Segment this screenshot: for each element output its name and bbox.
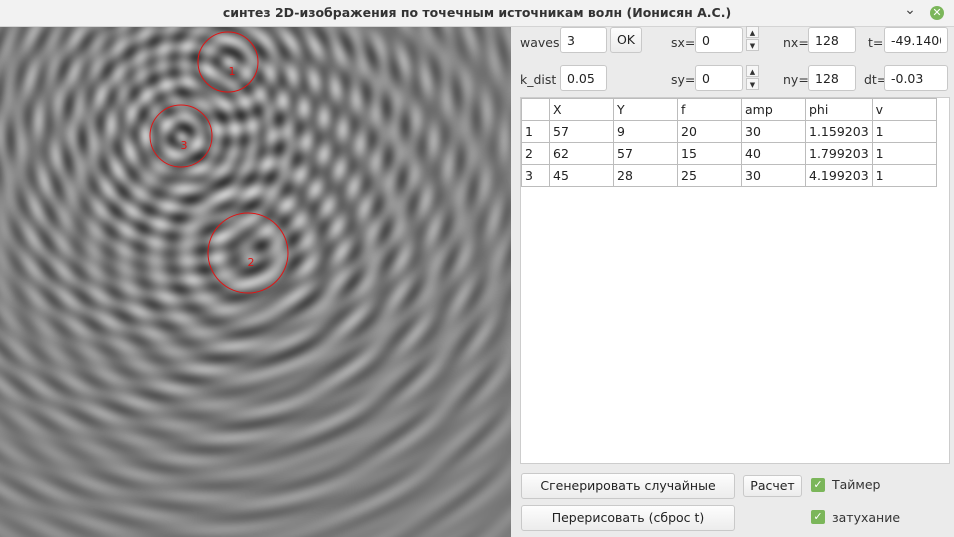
row-header[interactable]: 1 (521, 120, 550, 143)
table-cell[interactable]: 1 (871, 142, 937, 165)
column-header[interactable]: f (677, 98, 742, 121)
table-cell[interactable]: 30 (741, 164, 806, 187)
timer-label: Таймер (832, 477, 881, 492)
table-corner (521, 98, 550, 121)
table-cell[interactable]: 4.199203 (805, 164, 873, 187)
table-cell[interactable]: 30 (741, 120, 806, 143)
damping-checkbox[interactable]: ✓ (811, 510, 825, 524)
damping-label: затухание (832, 510, 901, 525)
sx-down-icon[interactable]: ▼ (746, 39, 759, 51)
ny-input[interactable] (808, 65, 856, 91)
row-header[interactable]: 3 (521, 164, 550, 187)
sx-label: sx= (671, 35, 696, 50)
k-dist-input[interactable] (560, 65, 607, 91)
table-cell[interactable]: 28 (613, 164, 678, 187)
sy-input[interactable] (695, 65, 743, 91)
column-header[interactable]: X (549, 98, 614, 121)
sx-up-icon[interactable]: ▲ (746, 26, 759, 38)
ok-button[interactable]: OK (610, 27, 642, 53)
sy-label: sy= (671, 72, 696, 87)
table-row[interactable]: 2 62 57 15 40 1.799203 1 (521, 142, 937, 165)
table-cell[interactable]: 57 (549, 120, 614, 143)
table-cell[interactable]: 1.799203 (805, 142, 873, 165)
table-cell[interactable]: 57 (613, 142, 678, 165)
source-label-3: 3 (181, 139, 188, 152)
table-cell[interactable]: 62 (549, 142, 614, 165)
nx-label: nx= (783, 35, 809, 50)
table-cell[interactable]: 25 (677, 164, 742, 187)
timer-checkbox[interactable]: ✓ (811, 478, 825, 492)
source-markers: 1 2 3 (149, 31, 289, 294)
table-cell[interactable]: 20 (677, 120, 742, 143)
table-cell[interactable]: 40 (741, 142, 806, 165)
table-cell[interactable]: 9 (613, 120, 678, 143)
row-header[interactable]: 2 (521, 142, 550, 165)
column-header[interactable]: Y (613, 98, 678, 121)
table-row[interactable]: 1 57 9 20 30 1.159203 1 (521, 120, 937, 143)
source-marker-2: 2 (207, 212, 289, 294)
calc-button[interactable]: Расчет (743, 475, 802, 497)
close-icon[interactable]: ✕ (930, 6, 944, 20)
t-input[interactable] (884, 27, 948, 53)
generate-random-button[interactable]: Сгенерировать случайные (521, 473, 735, 499)
sources-table[interactable]: X Y f amp phi v 1 57 9 20 30 1.159203 1 … (520, 97, 950, 464)
table-cell[interactable]: 45 (549, 164, 614, 187)
waves-input[interactable] (560, 27, 607, 53)
source-label-2: 2 (248, 256, 255, 269)
sy-down-icon[interactable]: ▼ (746, 78, 759, 90)
table-cell[interactable]: 15 (677, 142, 742, 165)
title-bar: синтез 2D-изображения по точечным источн… (0, 0, 954, 27)
column-header[interactable]: v (871, 98, 937, 121)
k-dist-label: k_dist (520, 72, 557, 87)
redraw-button[interactable]: Перерисовать (сброс t) (521, 505, 735, 531)
wave-image-canvas[interactable]: 1 2 3 (0, 27, 511, 537)
table-row[interactable]: 3 45 28 25 30 4.199203 1 (521, 164, 937, 187)
table-cell[interactable]: 1 (871, 120, 937, 143)
column-header[interactable]: amp (741, 98, 806, 121)
window-title: синтез 2D-изображения по точечным источн… (222, 5, 732, 20)
waves-label: waves (520, 35, 560, 50)
source-marker-3: 3 (149, 104, 213, 168)
ny-label: ny= (783, 72, 809, 87)
table-cell[interactable]: 1.159203 (805, 120, 873, 143)
source-label-1: 1 (229, 65, 236, 78)
table-header-row: X Y f amp phi v (521, 98, 937, 121)
sx-input[interactable] (695, 27, 743, 53)
t-label: t= (868, 35, 884, 50)
source-marker-1: 1 (197, 31, 259, 93)
dt-input[interactable] (884, 65, 948, 91)
nx-input[interactable] (808, 27, 856, 53)
minimize-icon[interactable]: ⌄ (903, 2, 917, 20)
sy-up-icon[interactable]: ▲ (746, 65, 759, 77)
column-header[interactable]: phi (805, 98, 873, 121)
table-cell[interactable]: 1 (871, 164, 937, 187)
